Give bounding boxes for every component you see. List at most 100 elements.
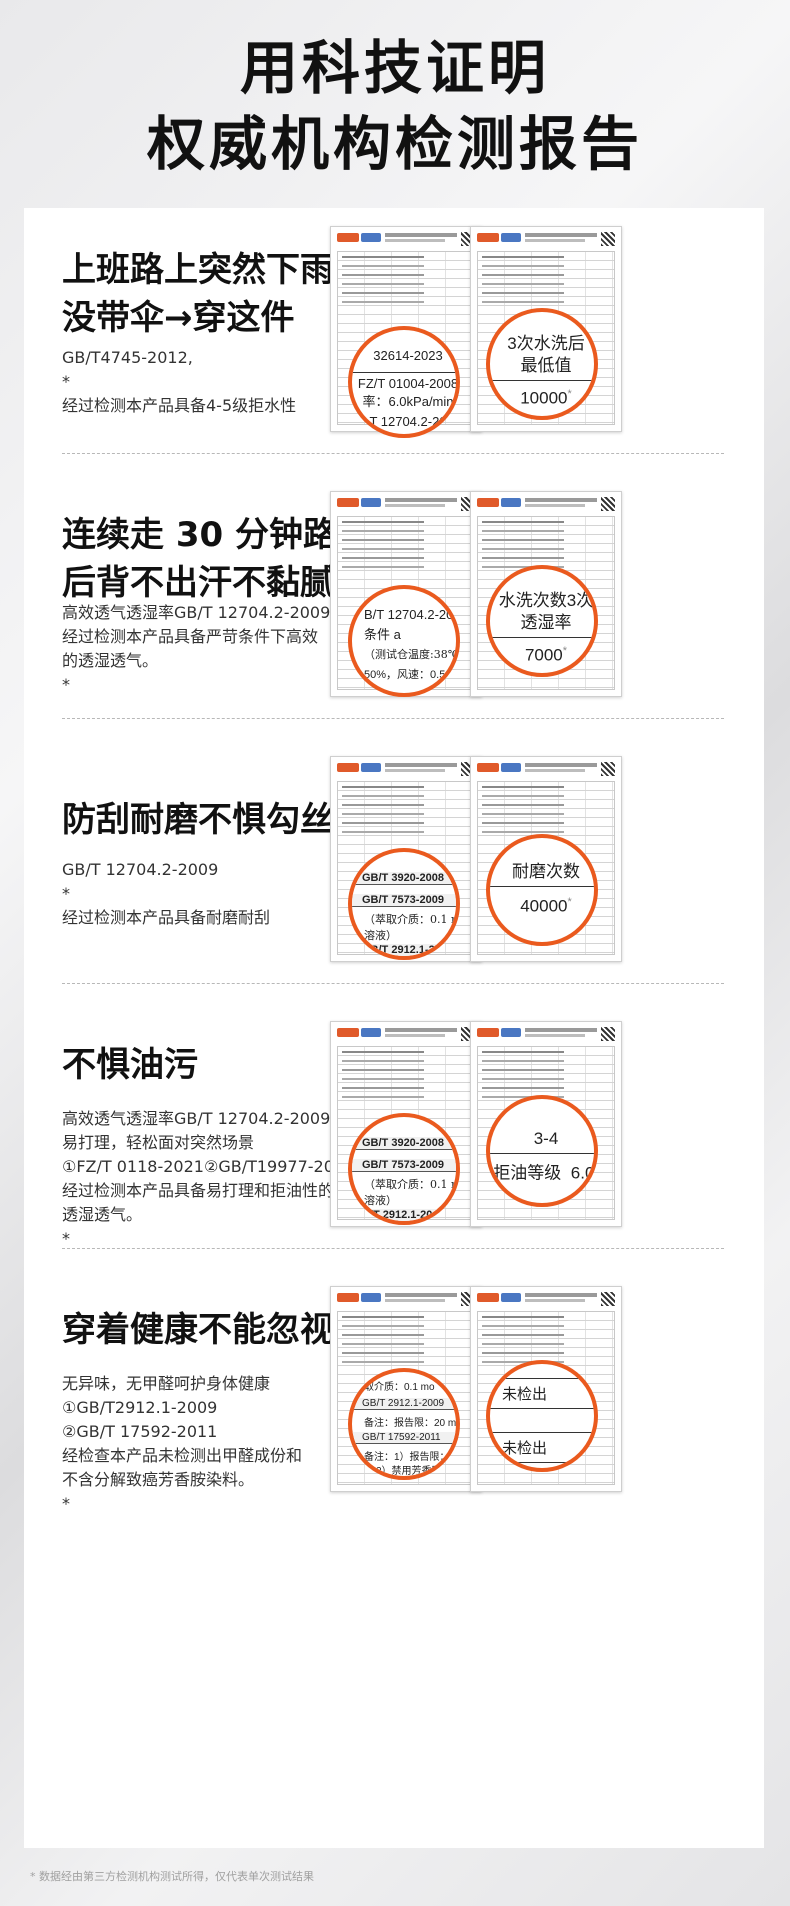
- lens-text: 条件 a: [364, 627, 401, 642]
- cnas-logo-icon: [501, 498, 521, 507]
- lens-label-text: 拒油等级: [493, 1163, 562, 1183]
- lens-text: GB/T 17592-2011: [352, 1432, 456, 1444]
- lens-value: 40000*: [490, 892, 594, 917]
- lens-text: 3次水洗后: [507, 334, 585, 353]
- lens-rule: [490, 1408, 594, 1409]
- lens-text: GB/T 7573-2009: [352, 894, 456, 907]
- footnote-star: *: [62, 1494, 70, 1513]
- cnas-logo-icon: [361, 763, 381, 772]
- cma-logo-icon: [477, 498, 499, 507]
- lens-value: 拒油等级 6.0*: [490, 1159, 595, 1184]
- report-header-bar: [525, 498, 597, 502]
- section-divider: [62, 983, 724, 984]
- cma-logo-icon: [337, 233, 359, 242]
- magnifier-lens: 取介质：0.1 mo GB/T 2912.1-2009 备注：报告限：20 mg…: [348, 1368, 460, 1480]
- page-header: 用科技证明 权威机构检测报告: [0, 30, 790, 182]
- lens-text: 最低值: [520, 356, 572, 375]
- lens-value: 10000*: [490, 384, 594, 409]
- magnifier-lens: GB/T 3920-2008 GB/T 7573-2009 （萃取介质：0.1 …: [348, 848, 460, 960]
- lens-rule: [490, 886, 594, 887]
- section-health: 穿着健康不能忽视 无异味，无甲醛呵护身体健康 ①GB/T2912.1-2009 …: [24, 1268, 764, 1590]
- section-divider: [62, 1248, 724, 1249]
- lens-rule: [490, 1153, 594, 1154]
- magnifier-lens: 水洗次数3次 透湿率 7000*: [486, 565, 598, 677]
- lens-text: FZ/T 01004-2008: [357, 376, 459, 391]
- lens-rule: [490, 1462, 594, 1463]
- magnifier-lens: 32614-2023 FZ/T 01004-2008 率：6.0kPa/min …: [348, 326, 460, 438]
- report-header-bar: [525, 1299, 585, 1302]
- report-header-bar: [525, 504, 585, 507]
- report-header-bar: [385, 1293, 457, 1297]
- qr-code-icon: [601, 497, 615, 511]
- lens-text: B/T 2912.1-20: [352, 1209, 456, 1221]
- lens-rule: [490, 380, 594, 381]
- footnote-star: *: [567, 388, 572, 400]
- qr-code-icon: [601, 232, 615, 246]
- lens-text: 未检出: [502, 1385, 548, 1403]
- report-header-bar: [525, 769, 585, 772]
- report-header-bar: [525, 239, 585, 242]
- lens-text: 50%，风速：0.5m/s，: [364, 669, 458, 681]
- report-header-bar: [385, 1028, 457, 1032]
- report-header-bar: [385, 233, 457, 237]
- lens-text: 取介质：0.1 mo: [364, 1382, 435, 1393]
- lens-text: 32614-2023: [373, 348, 443, 363]
- report-header-bar: [525, 763, 597, 767]
- qr-code-icon: [601, 1027, 615, 1041]
- report-header-bar: [525, 1034, 585, 1037]
- cma-logo-icon: [337, 1028, 359, 1037]
- cnas-logo-icon: [501, 1293, 521, 1302]
- content-card: 上班路上突然下雨 没带伞→穿这件 GB/T4745-2012, * 经过检测本产品…: [24, 208, 764, 1848]
- cnas-logo-icon: [361, 233, 381, 242]
- lens-text: GB/T 3920-2008: [352, 1137, 456, 1150]
- lens-rule: [490, 1432, 594, 1433]
- magnifier-lens: B/T 12704.2-2009 条件 a （测试仓温度:38℃，湿 50%，风…: [348, 585, 460, 697]
- cma-logo-icon: [477, 233, 499, 242]
- lens-value-text: 6.0: [570, 1163, 595, 1183]
- lens-text: （萃取介质：0.1 m: [364, 1178, 460, 1191]
- cnas-logo-icon: [361, 1028, 381, 1037]
- lens-text: GB/T 3920-2008: [352, 872, 456, 885]
- lens-rule: [490, 637, 594, 638]
- lens-rule: [352, 372, 456, 373]
- lens-text: GB/T 2912.1-2009: [352, 1398, 456, 1410]
- footer-disclaimer: * 数据经由第三方检测机构测试所得，仅代表单次测试结果: [30, 1870, 314, 1883]
- cnas-logo-icon: [501, 763, 521, 772]
- report-header-bar: [385, 769, 445, 772]
- lens-text: B/T 12704.2-2009: [364, 607, 460, 622]
- cnas-logo-icon: [501, 1028, 521, 1037]
- report-header-bar: [525, 1293, 597, 1297]
- lens-value: 7000*: [490, 641, 594, 666]
- section-divider: [62, 453, 724, 454]
- lens-text: GB/T 7573-2009: [352, 1159, 456, 1172]
- lens-text: 率：6.0kPa/min: [362, 394, 454, 409]
- section-divider: [62, 718, 724, 719]
- report-header-bar: [385, 1299, 445, 1302]
- report-header-bar: [385, 1034, 445, 1037]
- cnas-logo-icon: [501, 233, 521, 242]
- cma-logo-icon: [337, 498, 359, 507]
- cnas-logo-icon: [361, 498, 381, 507]
- lens-text: 透湿率: [520, 613, 572, 632]
- magnifier-lens: 3-4 拒油等级 6.0*: [486, 1095, 598, 1207]
- cma-logo-icon: [337, 1293, 359, 1302]
- cma-logo-icon: [337, 763, 359, 772]
- report-header-bar: [385, 498, 457, 502]
- header-line-1: 用科技证明: [239, 34, 550, 102]
- report-header-bar: [525, 1028, 597, 1032]
- footnote-star: *: [562, 645, 568, 657]
- cma-logo-icon: [477, 1028, 499, 1037]
- lens-text: （测试仓温度:38℃，湿: [364, 648, 460, 661]
- lens-value-text: 7000: [524, 645, 563, 665]
- cma-logo-icon: [477, 763, 499, 772]
- lens-text: GB/T 2912.1-2: [352, 944, 456, 956]
- cnas-logo-icon: [361, 1293, 381, 1302]
- lens-text: 溶液）: [364, 929, 397, 942]
- lens-text: 水洗次数3次: [498, 591, 594, 610]
- report-header-bar: [525, 233, 597, 237]
- header-line-2: 权威机构检测报告: [146, 110, 643, 178]
- report-header-bar: [385, 239, 445, 242]
- footnote-star: *: [567, 896, 572, 908]
- report-header-bar: [385, 763, 457, 767]
- lens-text: 3-4: [533, 1129, 559, 1148]
